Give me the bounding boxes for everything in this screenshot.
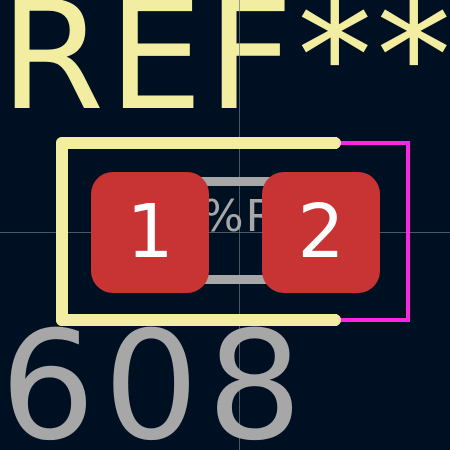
fabrication-value-text[interactable]: 608_ bbox=[0, 312, 393, 450]
pad-1-number: 1 bbox=[126, 189, 174, 275]
silkscreen-outline-end-top bbox=[327, 137, 341, 149]
pad-1[interactable]: 1 bbox=[91, 172, 209, 293]
silkscreen-reference-text[interactable]: REF** bbox=[0, 0, 450, 132]
pad-2-number: 2 bbox=[297, 189, 345, 275]
pad-2[interactable]: 2 bbox=[262, 172, 380, 293]
pcb-footprint-canvas[interactable]: REF** %R 1 2 608_ bbox=[0, 0, 450, 450]
